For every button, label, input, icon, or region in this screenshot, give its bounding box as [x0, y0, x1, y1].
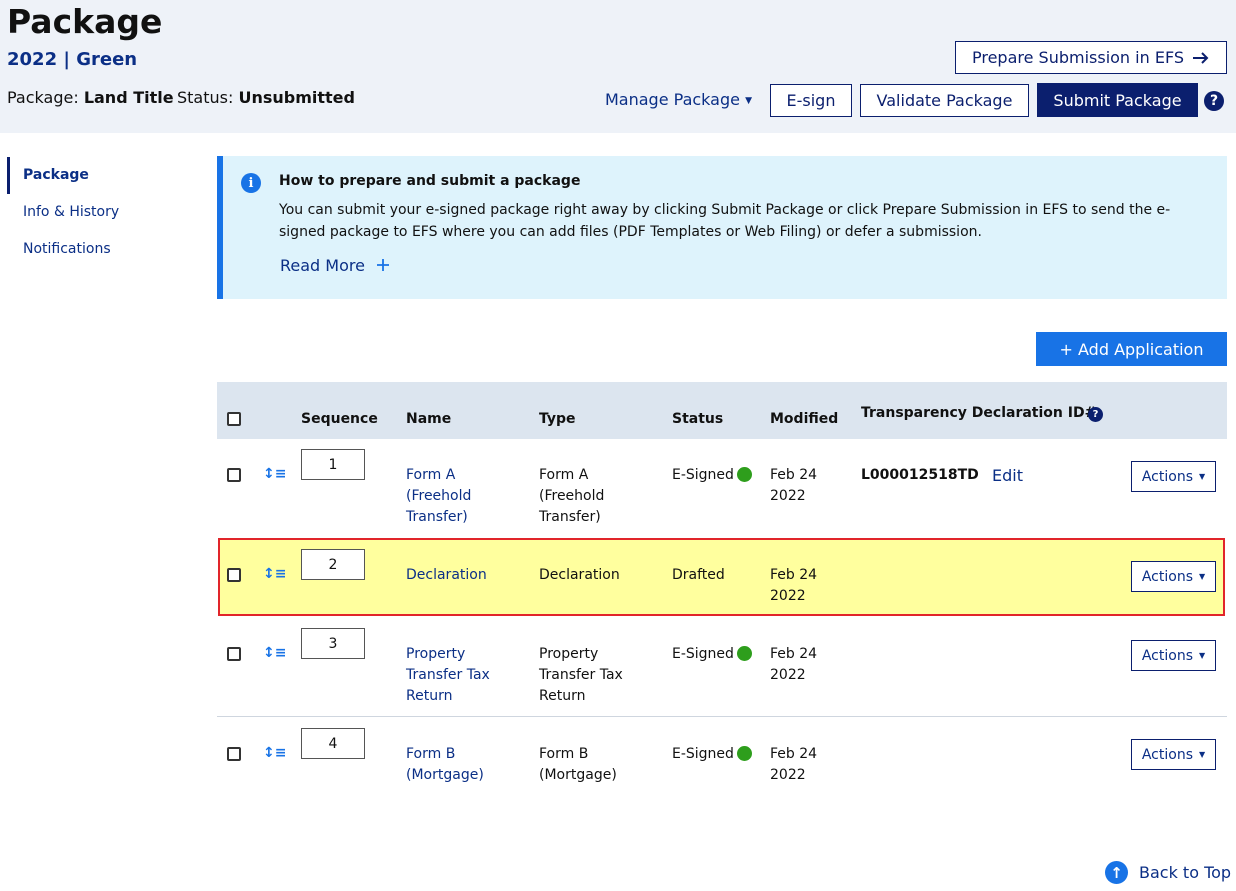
row-status: Drafted: [672, 567, 725, 583]
read-more-label: Read More: [280, 256, 365, 275]
actions-label: Actions: [1141, 647, 1193, 664]
sidebar-item-notifications[interactable]: Notifications: [23, 241, 111, 257]
back-to-top-link[interactable]: ↑ Back to Top: [1105, 861, 1231, 884]
reorder-icon[interactable]: ↕≡: [263, 645, 286, 661]
column-header-sequence: Sequence: [301, 411, 378, 427]
submit-package-button[interactable]: Submit Package: [1037, 83, 1198, 117]
row-type: Property Transfer Tax Return: [539, 646, 623, 704]
validate-package-label: Validate Package: [876, 91, 1013, 110]
manage-package-label: Manage Package: [605, 90, 740, 109]
row-actions-button[interactable]: Actions ▼: [1131, 461, 1216, 492]
back-to-top-label: Back to Top: [1139, 863, 1232, 882]
row-checkbox[interactable]: [227, 468, 241, 482]
page-title: Package: [7, 2, 163, 41]
prepare-submission-label: Prepare Submission in EFS: [971, 48, 1185, 67]
row-status: E-Signed: [672, 644, 752, 665]
row-status: E-Signed: [672, 744, 752, 765]
caret-down-icon: ▼: [1198, 651, 1206, 660]
sequence-input[interactable]: 3: [301, 628, 365, 659]
package-name: Package: Land Title: [7, 88, 174, 107]
signed-status-dot-icon: [736, 746, 752, 761]
submit-package-label: Submit Package: [1053, 90, 1182, 110]
row-actions-button[interactable]: Actions ▼: [1131, 561, 1216, 592]
caret-down-icon: ▼: [1198, 572, 1206, 581]
caret-down-icon: ▼: [1198, 472, 1206, 481]
row-transparency-id: L000012518TD: [861, 467, 979, 483]
sequence-input[interactable]: 1: [301, 449, 365, 480]
info-glyph: i: [248, 175, 254, 191]
plus-icon: [377, 259, 390, 271]
row-checkbox[interactable]: [227, 568, 241, 582]
row-name-link[interactable]: Property Transfer Tax Return: [406, 644, 506, 707]
select-all-checkbox[interactable]: [227, 412, 241, 426]
transparency-help-glyph: ?: [1092, 409, 1099, 420]
manage-package-dropdown[interactable]: Manage Package ▼: [605, 90, 752, 109]
help-icon[interactable]: ?: [1204, 91, 1224, 111]
row-checkbox[interactable]: [227, 647, 241, 661]
esign-label: E-sign: [786, 91, 836, 110]
row-name-link[interactable]: Form B (Mortgage): [406, 744, 501, 786]
package-value: Land Title: [83, 88, 174, 107]
caret-down-icon: ▼: [745, 96, 752, 106]
sidebar-item-info-history[interactable]: Info & History: [23, 204, 119, 220]
help-glyph: ?: [1209, 93, 1219, 109]
column-header-name: Name: [406, 411, 452, 427]
read-more-link[interactable]: Read More: [280, 256, 390, 275]
sequence-input[interactable]: 2: [301, 549, 365, 580]
row-name-link[interactable]: Form A (Freehold Transfer): [406, 465, 501, 528]
status-label: Status:: [177, 88, 234, 107]
actions-label: Actions: [1141, 746, 1193, 763]
reorder-icon[interactable]: ↕≡: [263, 466, 286, 482]
row-modified: Feb 24 2022: [770, 567, 818, 604]
esign-button[interactable]: E-sign: [770, 84, 852, 117]
transparency-help-icon[interactable]: ?: [1088, 407, 1103, 422]
package-status: Status: Unsubmitted: [177, 88, 355, 107]
row-status-label: E-Signed: [672, 746, 734, 762]
row-type: Form A (Freehold Transfer): [539, 467, 605, 525]
reorder-icon[interactable]: ↕≡: [263, 745, 286, 761]
actions-label: Actions: [1141, 568, 1193, 585]
arrow-up-icon: ↑: [1105, 861, 1128, 884]
page-header: Package 2022 | Green Package: Land Title…: [0, 0, 1236, 133]
row-modified: Feb 24 2022: [770, 467, 818, 504]
row-modified: Feb 24 2022: [770, 746, 818, 783]
reorder-icon[interactable]: ↕≡: [263, 566, 286, 582]
row-modified: Feb 24 2022: [770, 646, 818, 683]
sidebar-item-package[interactable]: Package: [23, 167, 89, 183]
prepare-submission-button[interactable]: Prepare Submission in EFS: [955, 41, 1227, 74]
info-icon: i: [241, 173, 261, 193]
package-label: Package:: [7, 88, 79, 107]
alert-body: You can submit your e-signed package rig…: [279, 202, 1171, 240]
row-checkbox[interactable]: [227, 747, 241, 761]
column-header-transparency: Transparency Declaration ID#: [861, 405, 1097, 421]
row-status-label: E-Signed: [672, 646, 734, 662]
validate-package-button[interactable]: Validate Package: [860, 84, 1029, 117]
row-actions-button[interactable]: Actions ▼: [1131, 640, 1216, 671]
column-header-modified: Modified: [770, 411, 839, 427]
caret-down-icon: ▼: [1198, 750, 1206, 759]
alert-title: How to prepare and submit a package: [279, 173, 581, 189]
column-header-status: Status: [672, 411, 724, 427]
status-value: Unsubmitted: [238, 88, 355, 107]
row-divider: [217, 716, 1227, 717]
sidebar-active-indicator: [7, 157, 10, 194]
signed-status-dot-icon: [736, 467, 752, 482]
sequence-input[interactable]: 4: [301, 728, 365, 759]
arrow-right-icon: [1193, 51, 1209, 64]
signed-status-dot-icon: [736, 646, 752, 661]
package-subtitle: 2022 | Green: [7, 49, 138, 70]
row-type: Declaration: [539, 567, 620, 583]
row-name-link[interactable]: Declaration: [406, 565, 516, 586]
row-status: E-Signed: [672, 465, 752, 486]
actions-label: Actions: [1141, 468, 1193, 485]
add-application-button[interactable]: + Add Application: [1036, 332, 1227, 366]
row-actions-button[interactable]: Actions ▼: [1131, 739, 1216, 770]
column-header-type: Type: [539, 411, 576, 427]
edit-transparency-link[interactable]: Edit: [992, 466, 1023, 485]
row-type: Form B (Mortgage): [539, 746, 617, 783]
row-status-label: E-Signed: [672, 467, 734, 483]
